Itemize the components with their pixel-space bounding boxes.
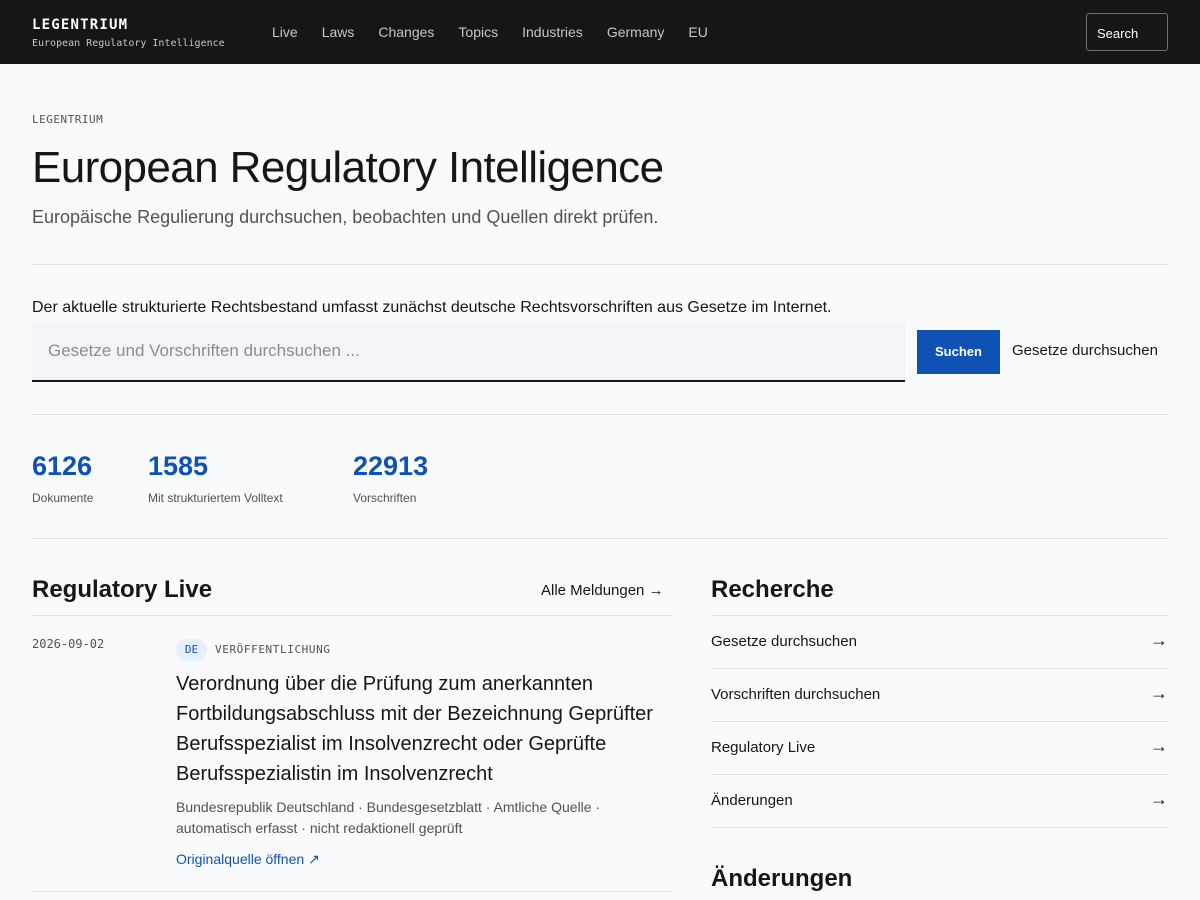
original-source-label: Originalquelle öffnen: [176, 851, 305, 867]
brand[interactable]: LEGENTRIUM European Regulatory Intellige…: [32, 16, 225, 50]
research-item-laws[interactable]: Gesetze durchsuchen →: [711, 616, 1168, 669]
news-title[interactable]: Verordnung über die Prüfung zum anerkann…: [176, 669, 656, 789]
top-navigation-bar: LEGENTRIUM European Regulatory Intellige…: [0, 0, 1200, 64]
news-date: 2026-09-02: [32, 637, 105, 651]
divider: [32, 615, 671, 616]
arrow-right-icon: →: [648, 582, 664, 599]
browse-laws-link[interactable]: Gesetze durchsuchen: [1012, 342, 1158, 359]
news-meta: Bundesrepublik Deutschland · Bundesgeset…: [176, 799, 601, 836]
changes-section-title: Änderungen: [711, 865, 853, 892]
research-item-label: Vorschriften durchsuchen: [711, 686, 881, 703]
arrow-right-icon: →: [1150, 736, 1168, 756]
divider: [32, 264, 1168, 265]
research-item-label: Gesetze durchsuchen: [711, 633, 857, 650]
research-section-title: Recherche: [711, 576, 834, 603]
live-section-title: Regulatory Live: [32, 576, 213, 603]
stat-label: Vorschriften: [353, 491, 417, 505]
hero-eyebrow: LEGENTRIUM: [32, 113, 104, 126]
all-news-label: Alle Meldungen: [541, 582, 645, 599]
arrow-right-icon: →: [1150, 630, 1168, 650]
stat-value: 1585: [148, 451, 209, 481]
stat-value: 6126: [32, 451, 93, 481]
original-source-link[interactable]: Originalquelle öffnen ↗: [176, 851, 320, 868]
nav-item-changes[interactable]: Changes: [378, 24, 434, 40]
divider: [32, 414, 1168, 415]
stat-provisions: 22913 Vorschriften: [353, 449, 428, 505]
news-type: VERÖFFENTLICHUNG: [215, 643, 331, 656]
search-submit-button[interactable]: Suchen: [917, 330, 1000, 374]
external-link-icon: ↗: [308, 851, 320, 867]
research-item-live[interactable]: Regulatory Live →: [711, 722, 1168, 775]
stat-fulltext: 1585 Mit strukturiertem Volltext: [148, 449, 283, 505]
arrow-right-icon: →: [1150, 789, 1168, 809]
brand-tagline: European Regulatory Intelligence: [32, 38, 225, 49]
jurisdiction-badge: DE: [176, 639, 207, 661]
nav-item-live[interactable]: Live: [272, 24, 298, 40]
search-placeholder: Gesetze und Vorschriften durchsuchen ...: [48, 341, 360, 360]
nav-item-laws[interactable]: Laws: [322, 24, 355, 40]
stat-label: Mit strukturiertem Volltext: [148, 491, 283, 505]
page-title: European Regulatory Intelligence: [32, 143, 664, 192]
research-item-label: Regulatory Live: [711, 739, 816, 756]
stat-documents: 6126 Dokumente: [32, 449, 93, 505]
nav-item-topics[interactable]: Topics: [458, 24, 498, 40]
top-search-button[interactable]: Search: [1086, 13, 1168, 51]
research-item-changes[interactable]: Änderungen →: [711, 775, 1168, 828]
page-subtitle: Europäische Regulierung durchsuchen, beo…: [32, 207, 659, 227]
divider: [32, 538, 1168, 539]
arrow-right-icon: →: [1150, 683, 1168, 703]
nav-item-germany[interactable]: Germany: [607, 24, 665, 40]
brand-name: LEGENTRIUM: [32, 17, 129, 33]
all-news-link[interactable]: Alle Meldungen →: [541, 582, 664, 599]
research-item-provisions[interactable]: Vorschriften durchsuchen →: [711, 669, 1168, 722]
main-nav: Live Laws Changes Topics Industries Germ…: [272, 0, 708, 64]
divider: [32, 891, 671, 892]
research-item-label: Änderungen: [711, 792, 793, 809]
nav-item-industries[interactable]: Industries: [522, 24, 583, 40]
nav-item-eu[interactable]: EU: [688, 24, 707, 40]
search-input[interactable]: Gesetze und Vorschriften durchsuchen ...: [32, 321, 905, 382]
stat-label: Dokumente: [32, 491, 94, 505]
stat-value: 22913: [353, 451, 429, 481]
search-intro: Der aktuelle strukturierte Rechtsbestand…: [32, 299, 832, 316]
